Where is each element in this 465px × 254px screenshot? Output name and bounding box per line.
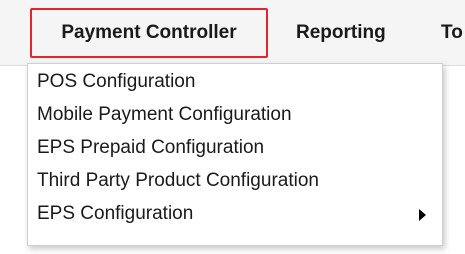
menu-item-pos-configuration[interactable]: POS Configuration xyxy=(37,67,442,97)
menu-item-third-party-product-configuration[interactable]: Third Party Product Configuration xyxy=(37,166,442,196)
menu-payment-controller[interactable]: Payment Controller xyxy=(30,8,268,58)
menu-bar: Payment Controller Reporting To xyxy=(0,0,465,66)
menu-item-label: Mobile Payment Configuration xyxy=(37,104,292,125)
menu-reporting[interactable]: Reporting xyxy=(296,8,386,58)
menu-item-label: EPS Configuration xyxy=(37,203,194,224)
menu-item-label: POS Configuration xyxy=(37,71,196,92)
menu-tools-truncated[interactable]: To xyxy=(441,8,463,58)
menu-item-label: EPS Prepaid Configuration xyxy=(37,137,265,158)
payment-controller-dropdown: POS Configuration Mobile Payment Configu… xyxy=(27,63,443,246)
caret-right-icon xyxy=(419,209,426,221)
menu-item-eps-prepaid-configuration[interactable]: EPS Prepaid Configuration xyxy=(37,133,442,163)
menu-item-label: Third Party Product Configuration xyxy=(37,170,319,191)
menu-item-mobile-payment-configuration[interactable]: Mobile Payment Configuration xyxy=(37,100,442,130)
menu-item-eps-configuration[interactable]: EPS Configuration xyxy=(37,199,442,229)
